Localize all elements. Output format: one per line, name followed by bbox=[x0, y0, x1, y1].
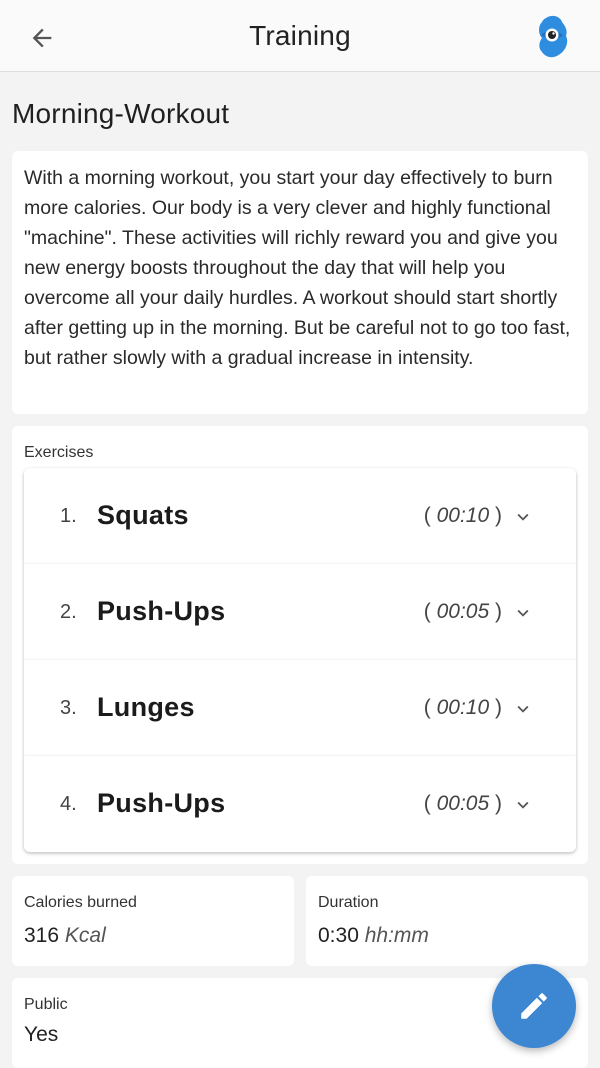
duration-unit: hh:mm bbox=[364, 924, 429, 947]
exercise-name: Push-Ups bbox=[97, 596, 226, 626]
duration-card: Duration 0:30 hh:mm bbox=[306, 876, 588, 966]
calories-unit: Kcal bbox=[64, 924, 106, 947]
exercise-name: Squats bbox=[97, 500, 189, 530]
app-bar: Training bbox=[0, 0, 600, 72]
calories-label: Calories burned bbox=[24, 894, 137, 911]
exercise-duration-value: 00:10 bbox=[436, 504, 490, 527]
description-card: With a morning workout, you start your d… bbox=[12, 151, 588, 414]
app-logo-icon[interactable] bbox=[532, 14, 572, 60]
chevron-down-icon[interactable] bbox=[512, 698, 534, 720]
duration-number: 0:30 bbox=[318, 924, 359, 947]
duration-value: 0:30 hh:mm bbox=[318, 924, 576, 948]
exercise-name: Lunges bbox=[97, 692, 195, 722]
chevron-down-icon[interactable] bbox=[512, 602, 534, 624]
exercise-item[interactable]: 1. Squats ( 00:10 ) bbox=[24, 468, 576, 564]
exercise-item[interactable]: 2. Push-Ups ( 00:05 ) bbox=[24, 564, 576, 660]
exercise-duration: ( 00:10 ) bbox=[423, 504, 502, 527]
exercise-duration: ( 00:10 ) bbox=[423, 696, 502, 719]
exercise-name: Push-Ups bbox=[97, 788, 226, 818]
exercise-item[interactable]: 4. Push-Ups ( 00:05 ) bbox=[24, 756, 576, 852]
calories-card: Calories burned 316 Kcal bbox=[12, 876, 294, 966]
calories-value: 316 Kcal bbox=[24, 924, 282, 948]
exercise-item[interactable]: 3. Lunges ( 00:10 ) bbox=[24, 660, 576, 756]
pencil-edit-icon bbox=[521, 993, 547, 1019]
calories-number: 316 bbox=[24, 924, 60, 947]
chevron-down-icon[interactable] bbox=[512, 794, 534, 816]
exercise-duration-value: 00:05 bbox=[436, 792, 490, 815]
edit-fab-button[interactable] bbox=[492, 964, 576, 1048]
duration-label: Duration bbox=[318, 894, 379, 911]
exercises-label: Exercises bbox=[24, 444, 94, 461]
exercise-duration: ( 00:05 ) bbox=[423, 792, 502, 815]
exercise-number: 1. bbox=[60, 505, 77, 527]
workout-description: With a morning workout, you start your d… bbox=[24, 167, 571, 369]
page-title: Morning-Workout bbox=[12, 98, 230, 129]
chevron-down-icon[interactable] bbox=[512, 506, 534, 528]
exercise-duration-value: 00:05 bbox=[436, 600, 490, 623]
app-bar-title: Training bbox=[249, 20, 351, 51]
public-value: Yes bbox=[24, 1023, 59, 1046]
exercise-number: 2. bbox=[60, 601, 77, 623]
exercise-number: 4. bbox=[60, 793, 77, 815]
exercise-duration: ( 00:05 ) bbox=[423, 600, 502, 623]
exercise-duration-value: 00:10 bbox=[436, 696, 490, 719]
exercise-number: 3. bbox=[60, 697, 77, 719]
